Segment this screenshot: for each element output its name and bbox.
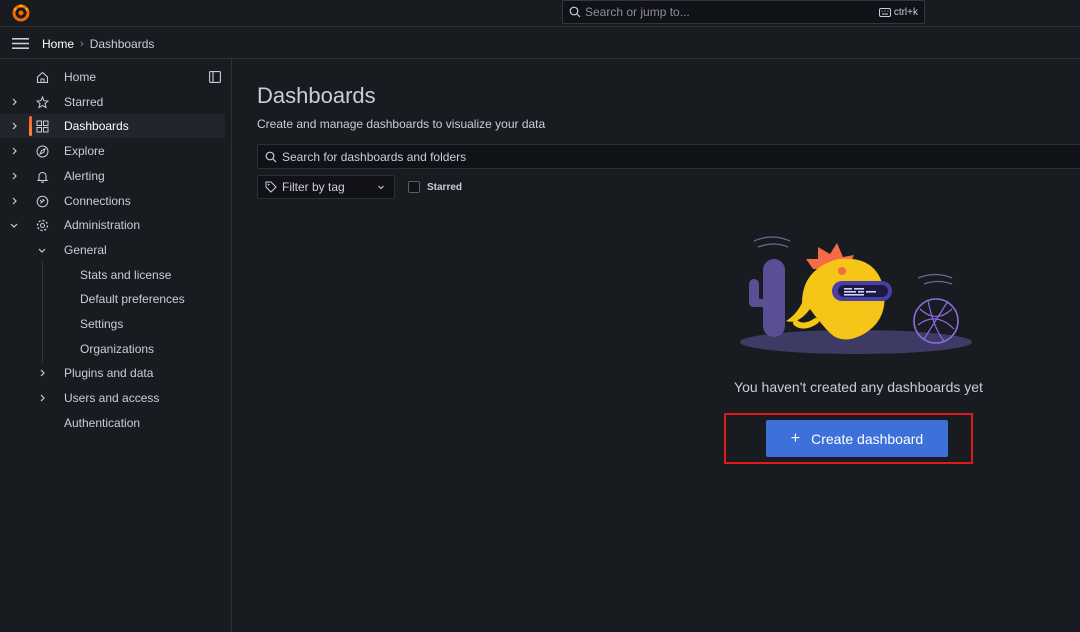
chevron-right-icon[interactable] (37, 368, 47, 378)
plug-icon (36, 195, 49, 207)
sidebar-item-default-preferences[interactable]: Default preferences (0, 287, 225, 311)
menu-icon[interactable] (12, 37, 29, 50)
cog-icon (36, 219, 49, 231)
sidebar-item-home[interactable]: Home (0, 65, 225, 89)
bell-icon (36, 171, 49, 183)
sidebar-item-dashboards[interactable]: Dashboards (0, 114, 225, 138)
sidebar-item-label: Administration (64, 218, 141, 232)
chevron-right-icon[interactable] (9, 146, 19, 156)
apps-icon (36, 120, 49, 132)
compass-icon (36, 145, 49, 157)
chevron-right-icon[interactable] (9, 196, 19, 206)
sidebar-item-label: Users and access (64, 391, 160, 405)
chevron-right-icon[interactable] (37, 393, 47, 403)
keyboard-shortcut: ctrl+k (878, 6, 918, 18)
sidebar-item-connections[interactable]: Connections (0, 189, 225, 213)
create-dashboard-label: Create dashboard (811, 430, 924, 447)
shortcut-text: ctrl+k (893, 6, 918, 18)
tag-filter-select[interactable]: Filter by tag (257, 175, 395, 199)
grafana-logo[interactable] (11, 3, 31, 23)
dashboard-search-input[interactable]: Search for dashboards and folders (257, 144, 1080, 169)
sidebar: Home Starred Dashboards Explore Alerting… (0, 59, 232, 632)
plus-icon: + (790, 429, 801, 447)
sidebar-item-organizations[interactable]: Organizations (0, 337, 225, 361)
tag-filter-placeholder: Filter by tag (282, 180, 345, 194)
starred-checkbox[interactable] (408, 181, 420, 193)
page-title: Dashboards (257, 83, 376, 108)
empty-state-message: You haven't created any dashboards yet (734, 379, 983, 395)
starred-filter[interactable]: Starred (408, 181, 462, 193)
page-subtitle: Create and manage dashboards to visualiz… (257, 117, 546, 131)
sidebar-item-label: Authentication (64, 416, 141, 430)
search-bar[interactable]: Search or jump to... ctrl+k (562, 0, 925, 24)
chevron-down-icon[interactable] (37, 245, 47, 255)
sidebar-item-alerting[interactable]: Alerting (0, 164, 225, 188)
sidebar-item-general[interactable]: General (0, 238, 225, 262)
sidebar-item-label: Alerting (64, 169, 105, 183)
chevron-right-icon[interactable] (9, 121, 19, 131)
empty-state-illustration (740, 236, 972, 354)
sidebar-item-label: Dashboards (64, 119, 129, 133)
sidebar-item-administration[interactable]: Administration (0, 213, 225, 237)
sidebar-item-explore[interactable]: Explore (0, 139, 225, 163)
chevron-down-icon (378, 185, 384, 190)
chevron-right-icon[interactable] (9, 97, 19, 107)
sidebar-item-label: Default preferences (80, 292, 185, 306)
breadcrumb: Home › Dashboards (42, 37, 154, 51)
tag-icon (265, 181, 277, 193)
star-icon (36, 95, 49, 109)
sidebar-item-users-and-access[interactable]: Users and access (0, 386, 225, 410)
main-content: Dashboards Create and manage dashboards … (232, 59, 1080, 632)
active-indicator (29, 116, 32, 136)
breadcrumb-separator: › (80, 38, 84, 50)
sidebar-item-plugins-and-data[interactable]: Plugins and data (0, 361, 225, 385)
sidebar-item-label: Starred (64, 95, 104, 109)
sidebar-item-label: Connections (64, 194, 131, 208)
search-placeholder: Search for dashboards and folders (282, 149, 467, 164)
sidebar-item-settings[interactable]: Settings (0, 312, 225, 336)
sidebar-item-label: Stats and license (80, 268, 172, 282)
chevron-down-icon[interactable] (9, 220, 19, 230)
sidebar-item-label: Settings (80, 317, 124, 331)
sidebar-item-label: Home (64, 70, 97, 84)
top-bar: Search or jump to... ctrl+k (0, 0, 1080, 27)
search-icon (569, 6, 581, 18)
sidebar-item-authentication[interactable]: Authentication (0, 411, 225, 435)
chevron-right-icon[interactable] (9, 171, 19, 181)
starred-label: Starred (427, 181, 463, 193)
home-icon (36, 71, 49, 83)
create-dashboard-button[interactable]: + Create dashboard (766, 420, 948, 457)
search-icon (265, 151, 277, 162)
search-placeholder: Search or jump to... (585, 5, 690, 19)
breadcrumb-home[interactable]: Home (42, 37, 74, 51)
sidebar-item-label: Explore (64, 144, 105, 158)
breadcrumb-current: Dashboards (89, 37, 155, 51)
sidebar-item-label: Plugins and data (64, 366, 154, 380)
sidebar-item-label: General (64, 243, 107, 257)
keyboard-icon (878, 7, 891, 17)
sidebar-item-starred[interactable]: Starred (0, 90, 225, 114)
sidebar-item-label: Organizations (80, 342, 155, 356)
sidebar-item-stats-and-license[interactable]: Stats and license (0, 263, 225, 287)
breadcrumb-bar: Home › Dashboards (0, 28, 1080, 59)
